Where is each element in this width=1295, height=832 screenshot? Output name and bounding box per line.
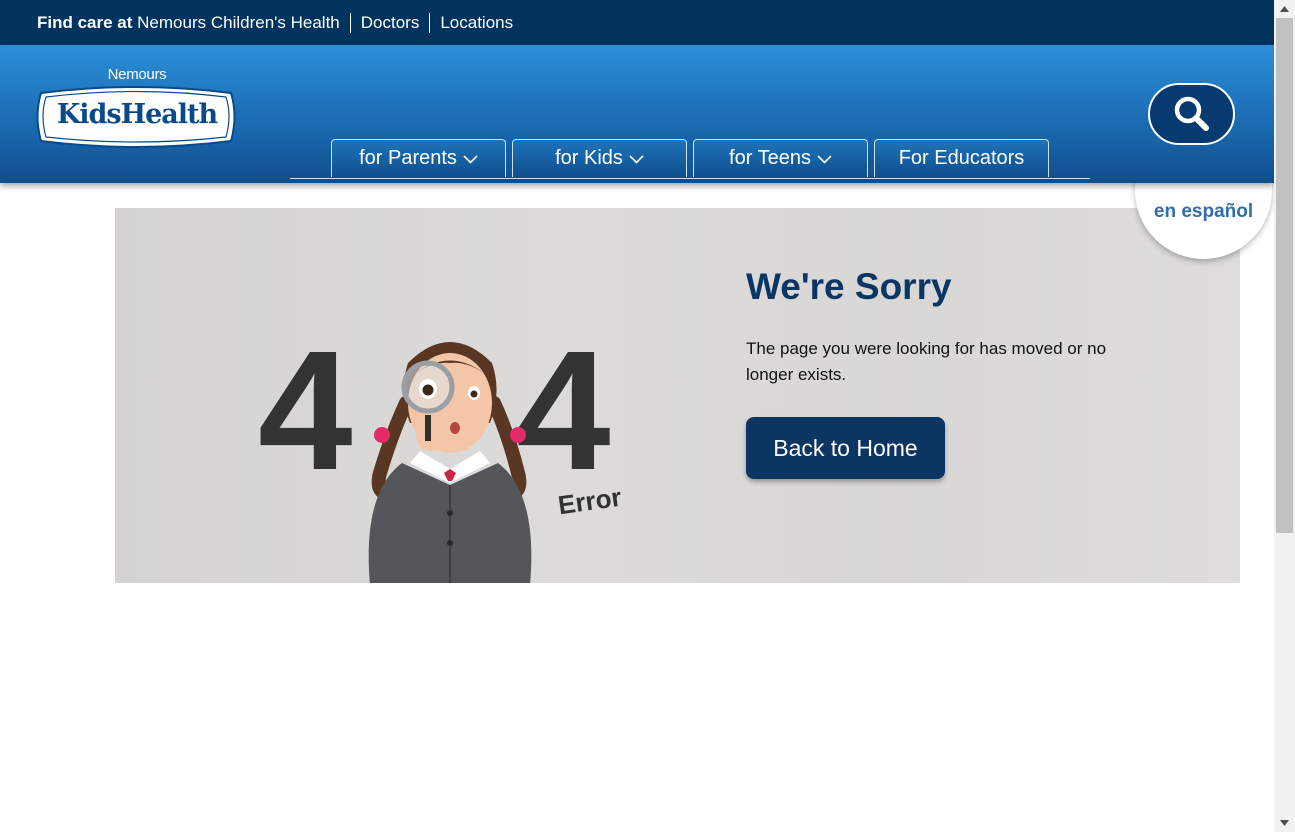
search-icon (1174, 96, 1209, 131)
vertical-scrollbar[interactable] (1274, 0, 1295, 832)
top-utility-bar: Find care at Nemours Children's Health D… (0, 0, 1274, 45)
scroll-down-arrow-icon[interactable] (1274, 814, 1295, 832)
logo-nemours-text: Nemours (107, 66, 167, 83)
nemours-childrens-health-link[interactable]: Nemours Children's Health (137, 13, 340, 32)
tab-for-educators[interactable]: For Educators (874, 139, 1049, 177)
chevron-down-icon (463, 155, 478, 164)
tab-label: for Parents (359, 147, 457, 169)
divider (349, 12, 351, 33)
tab-label: For Educators (898, 147, 1025, 169)
error-hero: 4 4 Error We're Sorry The page you were … (115, 208, 1240, 583)
logo-kidshealth-text: KidsHealth (56, 99, 218, 130)
main-nav: for Parents for Kids for Teens For Educa… (290, 139, 1090, 179)
find-care-text[interactable]: Find care at Nemours Children's Health (37, 13, 340, 33)
locations-link[interactable]: Locations (440, 13, 513, 33)
divider (429, 12, 431, 33)
kidshealth-logo[interactable]: Nemours KidsHealth (35, 65, 239, 153)
error-message: The page you were looking for has moved … (746, 339, 1107, 384)
search-button[interactable] (1148, 83, 1235, 145)
espanol-link[interactable]: en español (1154, 201, 1253, 223)
site-header: Nemours KidsHealth for Parents for Kids … (0, 45, 1274, 183)
page: Find care at Nemours Children's Health D… (0, 0, 1274, 832)
tab-label: for Teens (729, 147, 811, 169)
scrollbar-thumb[interactable] (1276, 18, 1293, 533)
scroll-up-arrow-icon[interactable] (1274, 0, 1295, 18)
tab-for-teens[interactable]: for Teens (693, 139, 868, 177)
tab-for-kids[interactable]: for Kids (512, 139, 687, 177)
back-to-home-button[interactable]: Back to Home (746, 417, 945, 479)
tab-label: for Kids (555, 147, 623, 169)
chevron-down-icon (629, 155, 644, 164)
doctors-link[interactable]: Doctors (361, 13, 420, 33)
chevron-down-icon (817, 155, 832, 164)
find-care-label: Find care at (37, 12, 133, 32)
page-title: We're Sorry (746, 266, 952, 307)
girl-with-magnifier-illustration (368, 342, 532, 583)
tab-for-parents[interactable]: for Parents (331, 139, 506, 177)
digit-four-left: 4 (258, 316, 353, 506)
